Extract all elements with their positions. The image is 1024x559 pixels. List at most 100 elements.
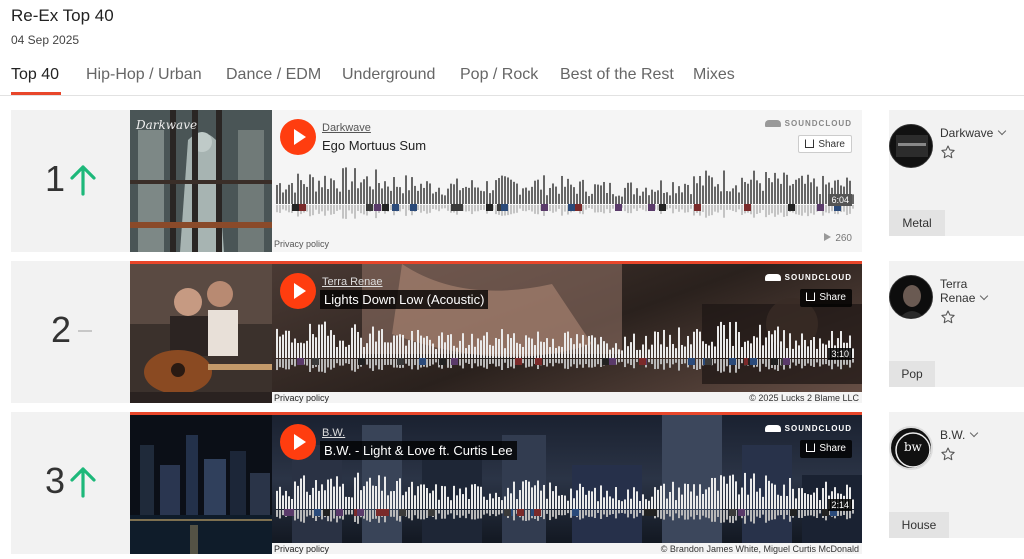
waveform-bar bbox=[621, 196, 623, 204]
waveform-bar bbox=[534, 345, 536, 358]
tab-top-40[interactable]: Top 40 bbox=[11, 66, 59, 84]
waveform-reflection bbox=[414, 359, 416, 366]
waveform-bar bbox=[369, 186, 371, 204]
tab-dance-edm[interactable]: Dance / EDM bbox=[226, 66, 321, 84]
waveform-bar bbox=[777, 178, 779, 204]
artist-link[interactable]: Darkwave bbox=[322, 122, 371, 134]
waveform-bar bbox=[711, 477, 713, 509]
genre-tag[interactable]: Pop bbox=[889, 361, 935, 387]
track-title[interactable]: Lights Down Low (Acoustic) bbox=[320, 290, 489, 309]
avatar-text: b w bbox=[904, 440, 922, 454]
soundcloud-logo[interactable]: SOUNDCLOUD bbox=[764, 273, 852, 282]
waveform-bar bbox=[354, 477, 356, 509]
waveform-reflection bbox=[783, 205, 785, 217]
artist-link[interactable]: B.W. bbox=[322, 427, 345, 439]
tab-mixes[interactable]: Mixes bbox=[693, 66, 735, 84]
artist-avatar[interactable] bbox=[889, 275, 933, 319]
waveform-bar bbox=[315, 191, 317, 204]
play-button[interactable] bbox=[280, 119, 316, 155]
chevron-down-icon[interactable] bbox=[998, 126, 1007, 136]
artist-avatar[interactable]: b w bbox=[889, 426, 933, 470]
genre-tag[interactable]: Metal bbox=[889, 210, 945, 236]
waveform-bar bbox=[393, 490, 395, 509]
waveform-reflection bbox=[669, 510, 671, 517]
waveform-bar bbox=[675, 348, 677, 358]
comment-marker bbox=[382, 204, 389, 211]
waveform-bar bbox=[801, 333, 803, 358]
waveform-reflection bbox=[717, 510, 719, 517]
album-art[interactable] bbox=[130, 264, 272, 403]
soundcloud-logo[interactable]: SOUNDCLOUD bbox=[764, 424, 852, 433]
waveform-bar bbox=[372, 189, 374, 204]
track-title[interactable]: Ego Mortuus Sum bbox=[318, 136, 430, 155]
waveform-reflection bbox=[627, 359, 629, 364]
waveform-reflection bbox=[351, 510, 353, 515]
share-button[interactable]: Share bbox=[800, 440, 852, 458]
waveform-bar bbox=[813, 178, 815, 204]
album-art[interactable]: Darkwave bbox=[130, 110, 272, 252]
waveform-reflection bbox=[381, 359, 383, 370]
waveform-bar bbox=[324, 175, 326, 204]
waveform-reflection bbox=[489, 359, 491, 364]
star-icon[interactable] bbox=[940, 309, 956, 325]
waveform[interactable] bbox=[276, 166, 856, 222]
artist-avatar[interactable] bbox=[889, 124, 933, 168]
star-icon[interactable] bbox=[940, 144, 956, 160]
chevron-down-icon[interactable] bbox=[970, 428, 979, 438]
trend-up-icon bbox=[70, 165, 96, 196]
waveform-bar bbox=[720, 321, 722, 358]
tab-best-of-the-rest[interactable]: Best of the Rest bbox=[560, 66, 674, 84]
tab-hip-hop-urban[interactable]: Hip-Hop / Urban bbox=[86, 66, 202, 84]
waveform-bar bbox=[852, 499, 854, 509]
album-art[interactable] bbox=[130, 415, 272, 554]
waveform-bar bbox=[393, 335, 395, 358]
comment-marker bbox=[688, 358, 695, 365]
waveform-reflection bbox=[741, 205, 743, 215]
waveform[interactable] bbox=[276, 320, 856, 376]
waveform-reflection bbox=[492, 359, 494, 364]
star-icon[interactable] bbox=[940, 446, 956, 462]
artist-link[interactable]: Terra Renae bbox=[322, 276, 383, 288]
waveform-bar bbox=[657, 489, 659, 509]
waveform-bar bbox=[564, 495, 566, 509]
waveform-bar bbox=[429, 339, 431, 358]
copyright-notice: © Brandon James White, Miguel Curtis McD… bbox=[660, 544, 859, 554]
share-button[interactable]: Share bbox=[800, 289, 852, 307]
track-title[interactable]: B.W. - Light & Love ft. Curtis Lee bbox=[320, 441, 517, 460]
privacy-policy-link[interactable]: Privacy policy bbox=[274, 239, 329, 249]
waveform-bar bbox=[543, 342, 545, 358]
genre-tag[interactable]: House bbox=[889, 512, 949, 538]
waveform-reflection bbox=[603, 510, 605, 515]
waveform-reflection bbox=[849, 205, 851, 214]
waveform-reflection bbox=[582, 205, 584, 215]
waveform-reflection bbox=[396, 510, 398, 521]
track-duration: 6:04 bbox=[828, 194, 852, 206]
waveform-reflection bbox=[279, 510, 281, 519]
share-button[interactable]: Share bbox=[798, 135, 852, 153]
waveform-bar bbox=[552, 491, 554, 509]
waveform-reflection bbox=[525, 205, 527, 212]
tab-underground[interactable]: Underground bbox=[342, 66, 435, 84]
waveform-reflection bbox=[516, 205, 518, 213]
waveform-reflection bbox=[762, 205, 764, 211]
privacy-policy-link[interactable]: Privacy policy bbox=[274, 393, 329, 403]
tab-pop-rock[interactable]: Pop / Rock bbox=[460, 66, 538, 84]
waveform-bar bbox=[507, 334, 509, 358]
waveform-bar bbox=[456, 178, 458, 204]
waveform-bar bbox=[786, 348, 788, 358]
waveform-bar bbox=[681, 192, 683, 204]
soundcloud-logo[interactable]: SOUNDCLOUD bbox=[764, 119, 852, 128]
waveform-bar bbox=[777, 326, 779, 358]
waveform-reflection bbox=[774, 205, 776, 217]
play-button[interactable] bbox=[280, 424, 316, 460]
waveform-reflection bbox=[714, 205, 716, 212]
play-button[interactable] bbox=[280, 273, 316, 309]
waveform-reflection bbox=[720, 359, 722, 373]
waveform-bar bbox=[288, 184, 290, 204]
waveform-reflection bbox=[648, 359, 650, 363]
waveform-bar bbox=[330, 178, 332, 204]
waveform-bar bbox=[744, 472, 746, 509]
chevron-down-icon[interactable] bbox=[980, 291, 989, 301]
waveform[interactable] bbox=[276, 471, 856, 527]
privacy-policy-link[interactable]: Privacy policy bbox=[274, 544, 329, 554]
